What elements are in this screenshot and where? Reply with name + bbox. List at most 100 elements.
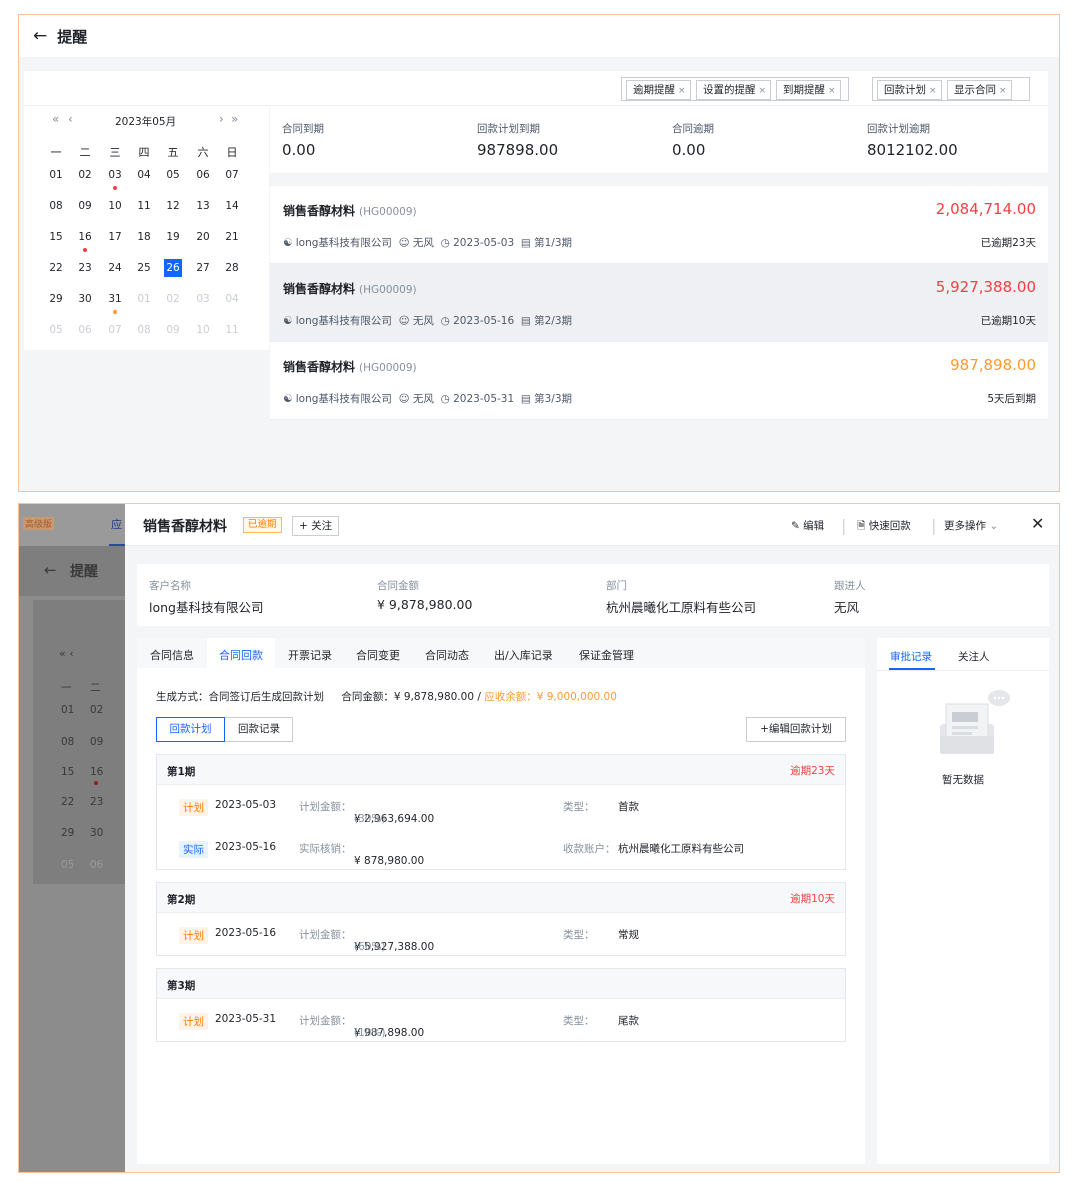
calendar-day[interactable]: 31 [106,290,124,308]
calendar-day[interactable]: 28 [223,259,241,277]
empty-inbox-icon [940,690,1010,754]
calendar-day[interactable]: 03 [106,166,124,184]
row-meta: ☯ long基科技有限公司 ☺ 无风 ◷ 2023-05-03 ▤ 第1/3期 [283,237,573,249]
empty-text: 暂无数据 [942,774,984,786]
close-icon[interactable]: ✕ [1031,514,1044,533]
page-header: ← 提醒 [19,15,1059,57]
row-status: 已逾期10天 [980,315,1036,327]
clock-icon: ◷ [440,237,450,249]
calendar-day[interactable]: 04 [223,290,241,308]
quick-payment-button[interactable]: 🗎 快速回款 [857,518,911,536]
edit-button[interactable]: ✎ 编辑 [791,518,824,533]
page-title: 提醒 [57,27,88,46]
tab-contract-info[interactable]: 合同信息 [150,647,194,663]
calendar-day[interactable]: 01 [47,166,65,184]
calendar-day[interactable]: 27 [194,259,212,277]
row-status: 已逾期23天 [980,237,1036,249]
status-badge: 已逾期 [243,517,282,533]
tab-approval[interactable]: 审批记录 [890,649,932,664]
reminder-panel: ← 提醒 逾期提醒 × 设置的提醒 × 到期提醒 × 回款计划 × 显示合同 × « ‹ … [18,14,1060,492]
period-line: 实际 2023-05-16 实际核销： ¥ 878,980.00 收款账户： 杭州晨曦化… [157,827,845,869]
calendar-day[interactable]: 04 [135,166,153,184]
calendar-day[interactable]: 13 [194,197,212,215]
display-type-select[interactable]: 回款计划 × 显示合同 × [872,77,1030,101]
detail-title: 销售香醇材料 [143,519,227,535]
calendar-day[interactable]: 24 [106,259,124,277]
calendar-day[interactable]: 25 [135,259,153,277]
background-calendar-day: 二 [90,682,101,694]
close-icon[interactable]: × [999,86,1007,96]
calendar-day[interactable]: 05 [47,321,65,339]
calendar-day[interactable]: 19 [164,228,182,246]
tab-stock-records[interactable]: 出/入库记录 [494,647,553,663]
close-icon[interactable]: × [759,86,767,96]
follow-button[interactable]: + 关注 [292,516,340,536]
edit-icon: ✎ [791,520,800,532]
close-icon[interactable]: × [929,86,937,96]
info-amount: 合同金额 ¥ 9,878,980.00 [377,580,473,612]
background-calendar-day: 02 [90,704,104,716]
weekday-label: 四 [138,146,150,159]
calendar-day[interactable]: 14 [223,197,241,215]
calendar-day[interactable]: 21 [223,228,241,246]
calendar-day[interactable]: 12 [164,197,182,215]
calendar-day[interactable]: 02 [76,166,94,184]
reminder-row[interactable]: 销售香醇材料 (HG00009) 987,898.00 ☯ long基科技有限公司 ☺… [270,342,1048,420]
tab-contract-activity[interactable]: 合同动态 [425,647,469,663]
tab-deposit[interactable]: 保证金管理 [579,647,634,663]
line-date: 2023-05-31 [215,1013,277,1025]
calendar-day[interactable]: 06 [76,321,94,339]
filter-tag: 设置的提醒 × [696,80,772,100]
calendar-day[interactable]: 06 [194,166,212,184]
reminder-row[interactable]: 销售香醇材料 (HG00009) 5,927,388.00 ☯ long基科技有限公司… [270,264,1048,342]
calendar-day[interactable]: 22 [47,259,65,277]
calendar-day[interactable]: 09 [164,321,182,339]
calendar-day[interactable]: 17 [106,228,124,246]
more-actions-button[interactable]: 更多操作 ⌄ [944,518,998,533]
period-header: 第3期 [157,969,845,999]
calendar-day[interactable]: 20 [194,228,212,246]
reminder-type-select[interactable]: 逾期提醒 × 设置的提醒 × 到期提醒 × [621,77,849,101]
calendar-day[interactable]: 10 [106,197,124,215]
calendar-day[interactable]: 02 [164,290,182,308]
calendar-day[interactable]: 07 [106,321,124,339]
background-calendar-day: 23 [90,796,104,808]
calendar-day[interactable]: 03 [194,290,212,308]
calendar-day[interactable]: 01 [135,290,153,308]
back-arrow-icon[interactable]: ← [33,27,47,45]
tab-contract-changes[interactable]: 合同变更 [356,647,400,663]
row-meta: ☯ long基科技有限公司 ☺ 无风 ◷ 2023-05-31 ▤ 第3/3期 [283,393,573,405]
sub-tab-records[interactable]: 回款记录 [225,718,293,741]
calendar-day[interactable]: 10 [194,321,212,339]
background-calendar-day: 16 [90,766,104,778]
calendar-day[interactable]: 11 [135,197,153,215]
row-amount: 2,084,714.00 [935,200,1036,218]
calendar-day[interactable]: 26 [164,259,182,277]
calendar-day[interactable]: 08 [47,197,65,215]
calendar-day[interactable]: 11 [223,321,241,339]
reminder-row[interactable]: 销售香醇材料 (HG00009) 2,084,714.00 ☯ long基科技有限公司… [270,186,1048,264]
tab-contract-payment[interactable]: 合同回款 [219,647,263,663]
calendar-day[interactable]: 29 [47,290,65,308]
calendar-day[interactable]: 23 [76,259,94,277]
tab-invoice-records[interactable]: 开票记录 [288,647,332,663]
calendar-day[interactable]: 18 [135,228,153,246]
calendar-day[interactable]: 09 [76,197,94,215]
stat-contract-overdue: 合同逾期 0.00 [672,123,714,159]
calendar-day[interactable]: 30 [76,290,94,308]
close-icon[interactable]: × [828,86,836,96]
sub-tab-plan[interactable]: 回款计划 [156,717,225,742]
calendar-day[interactable]: 05 [164,166,182,184]
close-icon[interactable]: × [678,86,686,96]
edit-plan-button[interactable]: +编辑回款计划 [746,717,846,742]
period-icon: ▤ [520,315,531,327]
calendar-day[interactable]: 15 [47,228,65,246]
calendar-day[interactable]: 07 [223,166,241,184]
stat-plan-due: 回款计划到期 987898.00 [477,123,559,159]
tab-followers[interactable]: 关注人 [958,649,990,664]
calendar-day[interactable]: 08 [135,321,153,339]
background-calendar-day: 29 [61,827,75,839]
calendar-day[interactable]: 16 [76,228,94,246]
row-amount: 987,898.00 [950,356,1036,374]
chevron-down-icon: ⌄ [989,520,999,532]
